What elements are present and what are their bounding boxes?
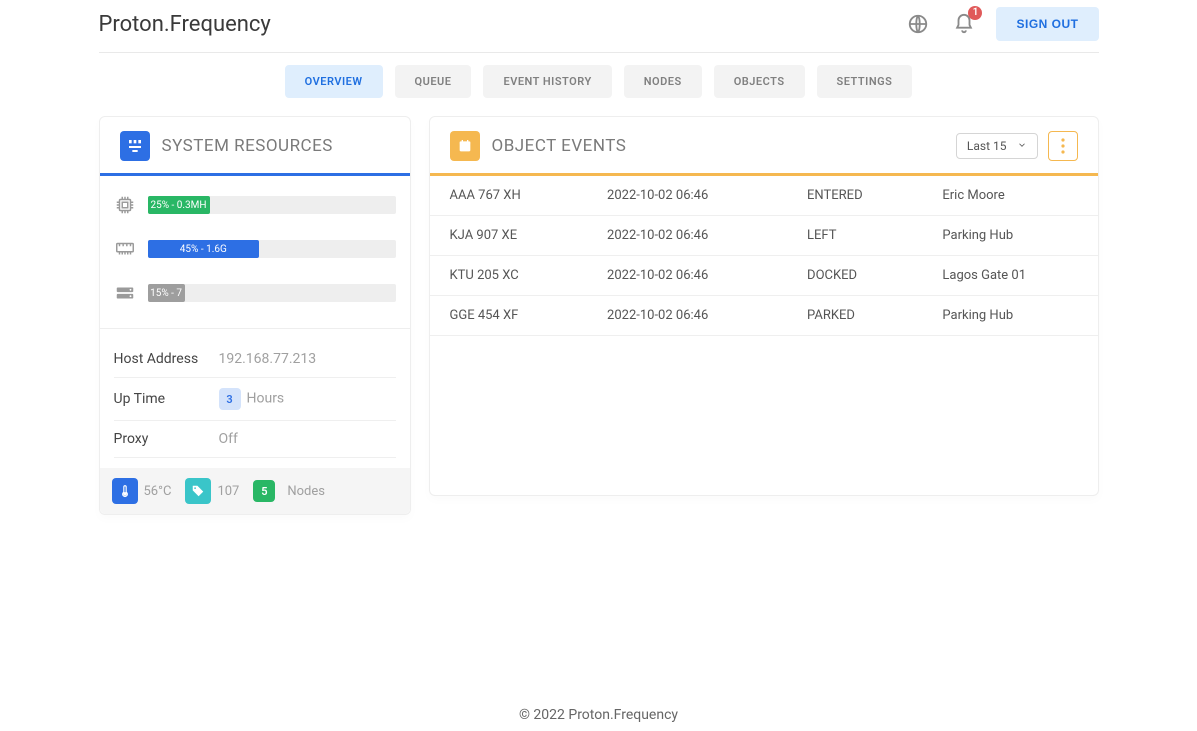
cell-status: LEFT xyxy=(787,216,922,256)
signout-button[interactable]: SIGN OUT xyxy=(996,7,1098,41)
system-resources-card: SYSTEM RESOURCES 25% - 0.3MH xyxy=(99,116,411,515)
detail-uptime: Up Time 3 Hours xyxy=(114,378,396,421)
tabs: OVERVIEW QUEUE EVENT HISTORY NODES OBJEC… xyxy=(99,65,1099,98)
cell-time: 2022-10-02 06:46 xyxy=(587,256,787,296)
meters: 25% - 0.3MH 45% - 1.6G xyxy=(100,176,410,328)
tab-nodes[interactable]: NODES xyxy=(624,65,702,98)
table-row[interactable]: KJA 907 XE 2022-10-02 06:46 LEFT Parking… xyxy=(430,216,1098,256)
cpu-icon xyxy=(114,194,136,216)
memory-meter-bar: 45% - 1.6G xyxy=(148,240,396,258)
cell-location: Parking Hub xyxy=(922,296,1097,336)
uptime-badge: 3 xyxy=(219,388,241,410)
header-divider xyxy=(99,52,1099,53)
globe-icon[interactable] xyxy=(904,10,932,38)
tab-overview[interactable]: OVERVIEW xyxy=(285,65,383,98)
object-events-actions: Last 15 xyxy=(956,131,1078,161)
nodes-badge: 5 xyxy=(253,480,275,502)
detail-proxy-value: Off xyxy=(219,431,238,447)
tag-icon xyxy=(185,478,211,504)
chevron-down-icon xyxy=(1017,139,1027,153)
table-row[interactable]: AAA 767 XH 2022-10-02 06:46 ENTERED Eric… xyxy=(430,176,1098,216)
cell-object: KJA 907 XE xyxy=(430,216,588,256)
detail-uptime-label: Up Time xyxy=(114,391,219,407)
memory-meter-label: 45% - 1.6G xyxy=(174,244,233,255)
object-events-header: OBJECT EVENTS Last 15 xyxy=(430,117,1098,173)
header-actions: 1 SIGN OUT xyxy=(904,7,1098,41)
nodes-label: Nodes xyxy=(287,484,325,499)
detail-uptime-value: 3 Hours xyxy=(219,388,285,410)
disk-meter-bar: 15% - 7 xyxy=(148,284,396,302)
chart-icon xyxy=(120,131,150,161)
cell-time: 2022-10-02 06:46 xyxy=(587,296,787,336)
more-button[interactable] xyxy=(1048,131,1078,161)
tab-queue[interactable]: QUEUE xyxy=(395,65,472,98)
cell-object: GGE 454 XF xyxy=(430,296,588,336)
tags-value: 107 xyxy=(217,484,239,499)
memory-meter-fill: 45% - 1.6G xyxy=(148,240,260,258)
brand-title: Proton.Frequency xyxy=(99,12,271,37)
detail-host: Host Address 192.168.77.213 xyxy=(114,341,396,378)
object-events-title: OBJECT EVENTS xyxy=(492,136,627,156)
disk-meter-label: 15% - 7 xyxy=(144,288,188,299)
cell-status: PARKED xyxy=(787,296,922,336)
events-table: AAA 767 XH 2022-10-02 06:46 ENTERED Eric… xyxy=(430,176,1098,336)
thermometer-icon xyxy=(112,478,138,504)
cpu-meter-bar: 25% - 0.3MH xyxy=(148,196,396,214)
header: Proton.Frequency 1 SIGN OUT xyxy=(99,0,1099,48)
content: SYSTEM RESOURCES 25% - 0.3MH xyxy=(99,116,1099,515)
cpu-meter-row: 25% - 0.3MH xyxy=(114,194,396,216)
nodes-item: 5 Nodes xyxy=(253,480,325,502)
tab-event-history[interactable]: EVENT HISTORY xyxy=(483,65,611,98)
cell-location: Parking Hub xyxy=(922,216,1097,256)
cell-time: 2022-10-02 06:46 xyxy=(587,176,787,216)
disk-meter-row: 15% - 7 xyxy=(114,282,396,304)
cell-status: DOCKED xyxy=(787,256,922,296)
footer-badges: 56°C 107 5 Nodes xyxy=(100,468,410,514)
filter-selected: Last 15 xyxy=(967,139,1007,153)
calendar-icon xyxy=(450,131,480,161)
cpu-meter-label: 25% - 0.3MH xyxy=(144,200,212,211)
cell-object: AAA 767 XH xyxy=(430,176,588,216)
filter-select[interactable]: Last 15 xyxy=(956,133,1038,159)
tab-objects[interactable]: OBJECTS xyxy=(714,65,805,98)
cell-location: Lagos Gate 01 xyxy=(922,256,1097,296)
cell-location: Eric Moore xyxy=(922,176,1097,216)
uptime-text: Hours xyxy=(247,391,285,407)
memory-meter-row: 45% - 1.6G xyxy=(114,238,396,260)
disk-meter-fill: 15% - 7 xyxy=(148,284,185,302)
bell-icon[interactable]: 1 xyxy=(950,10,978,38)
tab-settings[interactable]: SETTINGS xyxy=(817,65,913,98)
detail-proxy: Proxy Off xyxy=(114,421,396,458)
temp-item: 56°C xyxy=(112,478,172,504)
system-resources-title: SYSTEM RESOURCES xyxy=(162,136,333,156)
tags-item: 107 xyxy=(185,478,239,504)
memory-icon xyxy=(114,238,136,260)
detail-host-label: Host Address xyxy=(114,351,219,367)
disk-icon xyxy=(114,282,136,304)
table-row[interactable]: KTU 205 XC 2022-10-02 06:46 DOCKED Lagos… xyxy=(430,256,1098,296)
notification-badge: 1 xyxy=(968,6,982,20)
detail-host-value: 192.168.77.213 xyxy=(219,351,317,367)
details-list: Host Address 192.168.77.213 Up Time 3 Hou… xyxy=(100,329,410,468)
page-footer: © 2022 Proton.Frequency xyxy=(0,707,1197,723)
detail-proxy-label: Proxy xyxy=(114,431,219,447)
cell-time: 2022-10-02 06:46 xyxy=(587,216,787,256)
cell-object: KTU 205 XC xyxy=(430,256,588,296)
table-row[interactable]: GGE 454 XF 2022-10-02 06:46 PARKED Parki… xyxy=(430,296,1098,336)
temp-value: 56°C xyxy=(144,484,172,499)
cell-status: ENTERED xyxy=(787,176,922,216)
cpu-meter-fill: 25% - 0.3MH xyxy=(148,196,210,214)
object-events-card: OBJECT EVENTS Last 15 xyxy=(429,116,1099,496)
system-resources-header: SYSTEM RESOURCES xyxy=(100,117,410,173)
